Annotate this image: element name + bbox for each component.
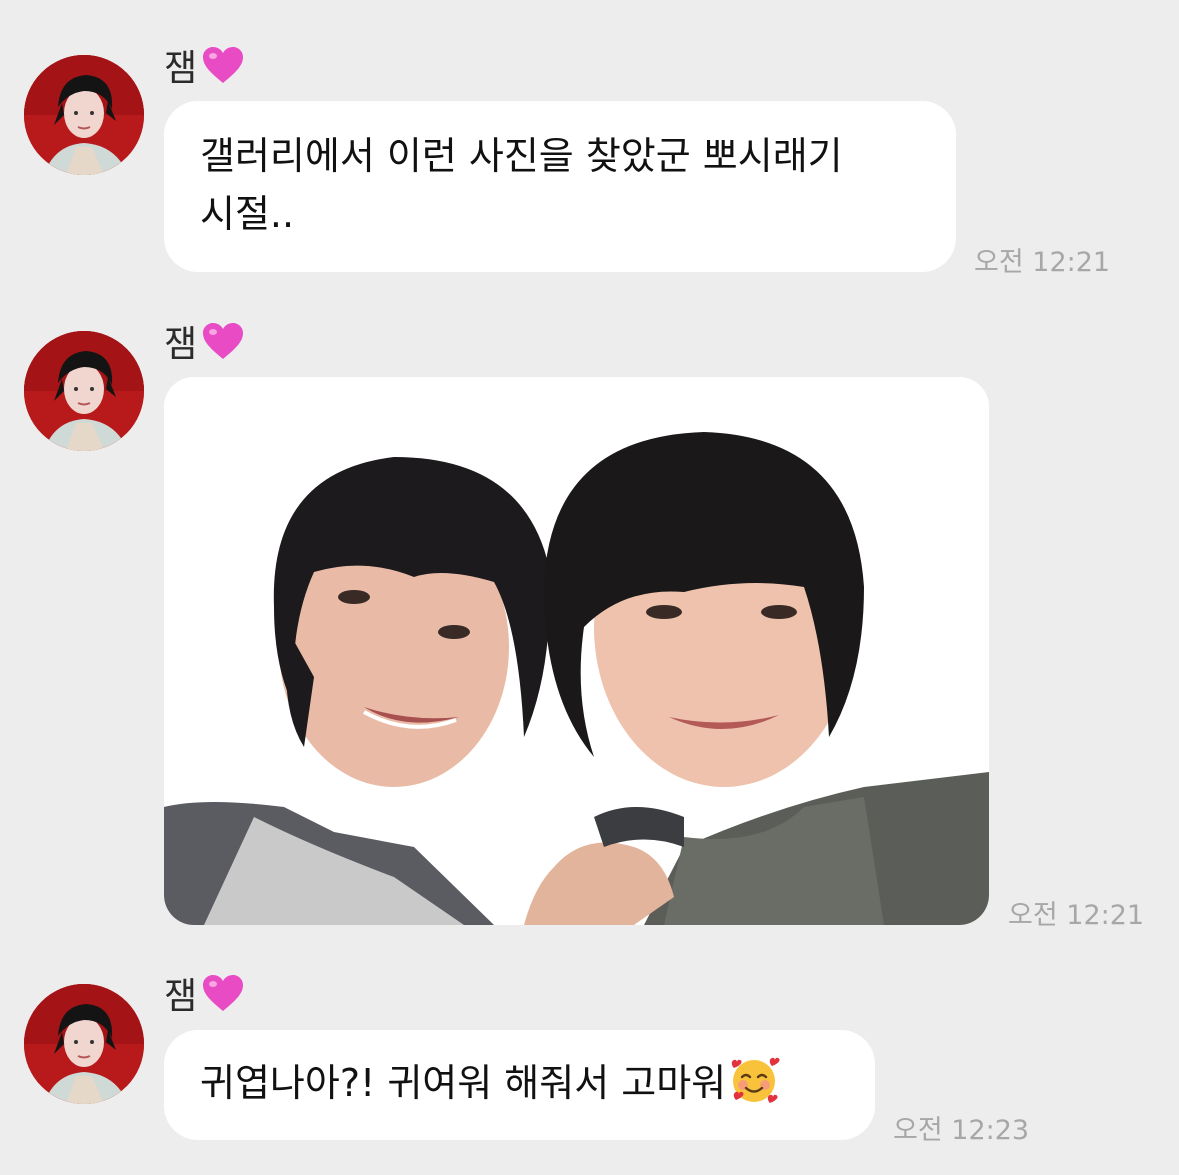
timestamp: 오전 12:23 [893, 1115, 1030, 1146]
photo-attachment[interactable] [164, 377, 989, 925]
sender-name: 잼 [164, 968, 245, 1018]
sender-name-text: 잼 [164, 48, 198, 89]
avatar[interactable] [24, 984, 144, 1104]
message-bubble[interactable]: 귀엽나아?! 귀여워 해줘서 고마워 [164, 1030, 875, 1140]
timestamp: 오전 12:21 [974, 247, 1111, 278]
avatar[interactable] [24, 55, 144, 175]
sender-name-text: 잼 [164, 976, 198, 1017]
pink-heart-icon [203, 323, 244, 359]
sender-name: 잼 [164, 40, 245, 90]
photo-image [164, 377, 989, 925]
pink-heart-icon [203, 47, 244, 83]
sender-name: 잼 [164, 316, 245, 366]
avatar[interactable] [24, 331, 144, 451]
message-bubble[interactable]: 갤러리에서 이런 사진을 찾았군 뽀시래기 시절.. [164, 101, 956, 272]
pink-heart-icon [203, 975, 244, 1011]
message-text-line-2: 시절.. [200, 192, 295, 236]
timestamp: 오전 12:21 [1008, 900, 1145, 931]
message-text-line-1: 갤러리에서 이런 사진을 찾았군 뽀시래기 [200, 134, 843, 178]
chat-room: 잼 갤러리에서 이런 사진을 찾았군 뽀시래기 시절.. 오전 12:21 잼 … [0, 0, 1179, 1175]
smiling-face-with-hearts-icon [731, 1057, 780, 1103]
message-text: 귀엽나아?! 귀여워 해줘서 고마워 [200, 1061, 727, 1105]
sender-name-text: 잼 [164, 324, 198, 365]
